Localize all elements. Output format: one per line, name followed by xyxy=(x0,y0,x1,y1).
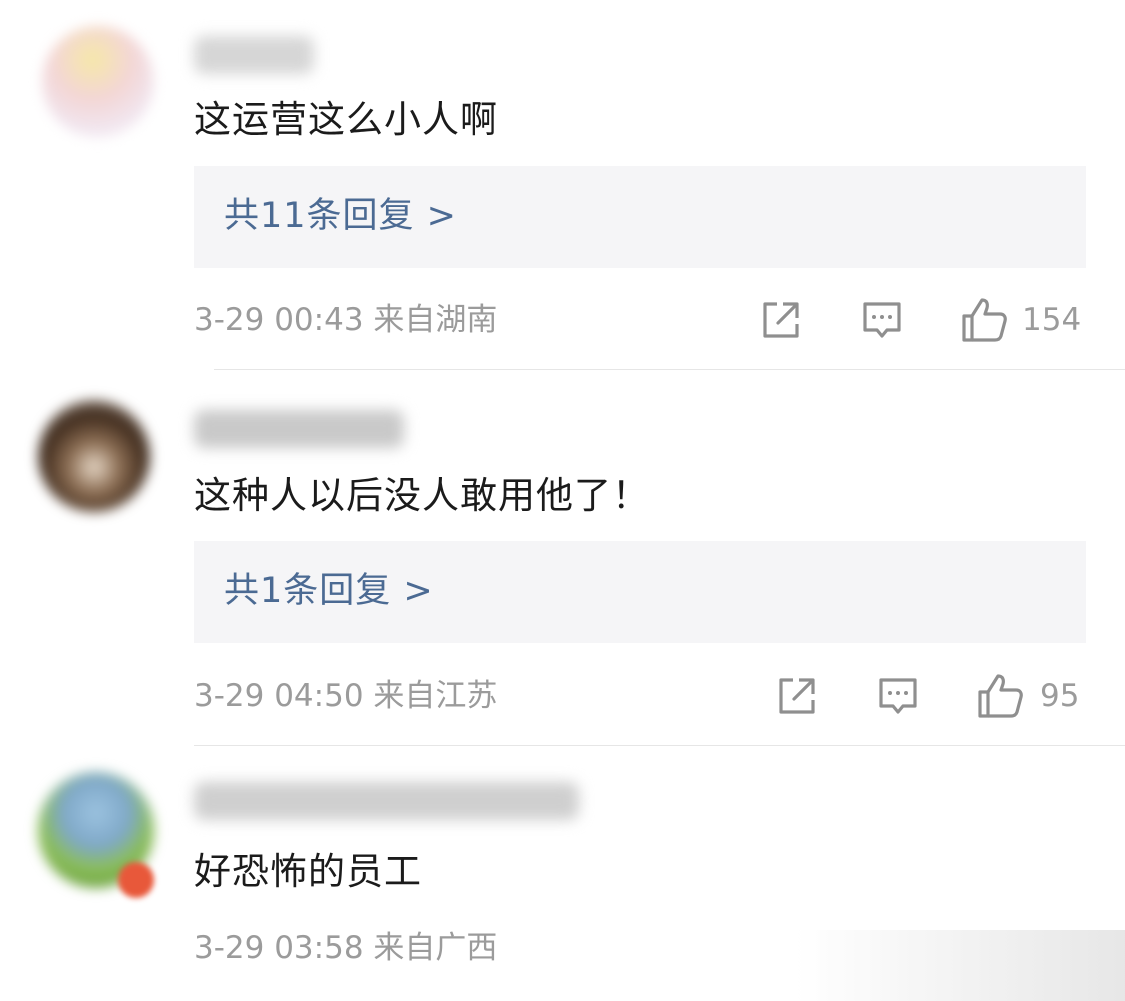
comment-text: 这运营这么小人啊 xyxy=(194,98,498,141)
reply-count-link[interactable]: 共11条回复 > xyxy=(224,192,457,240)
avatar[interactable] xyxy=(42,26,154,138)
comment-list: 这运营这么小人啊 共11条回复 > 3-29 00:43 来自湖南 154 这种… xyxy=(0,0,1125,1001)
reply-summary-box[interactable]: 共11条回复 > xyxy=(194,166,1086,268)
comment-text: 这种人以后没人敢用他了！ xyxy=(194,474,650,517)
username-blurred[interactable] xyxy=(194,410,404,448)
reply-count-link[interactable]: 共1条回复 > xyxy=(224,567,434,615)
comment-meta: 3-29 00:43 来自湖南 xyxy=(194,302,498,338)
verified-badge-icon xyxy=(118,862,154,898)
comment-meta: 3-29 04:50 来自江苏 xyxy=(194,678,498,714)
avatar[interactable] xyxy=(38,400,150,512)
reply-summary-box[interactable]: 共1条回复 > xyxy=(194,541,1086,643)
like-icon[interactable] xyxy=(960,296,1008,344)
comment-text: 好恐怖的员工 xyxy=(194,850,422,893)
comment-meta: 3-29 03:58 来自广西 xyxy=(194,930,498,966)
share-icon[interactable] xyxy=(775,674,819,718)
divider xyxy=(214,369,1125,370)
like-icon[interactable] xyxy=(976,672,1024,720)
like-count: 154 xyxy=(1022,302,1082,338)
bottom-fade xyxy=(795,930,1125,1001)
username-blurred[interactable] xyxy=(194,36,314,74)
comment-icon[interactable] xyxy=(860,298,904,342)
share-icon[interactable] xyxy=(759,298,803,342)
username-blurred[interactable] xyxy=(194,782,579,820)
divider xyxy=(194,745,1125,746)
like-count: 95 xyxy=(1040,678,1080,714)
comment-icon[interactable] xyxy=(876,674,920,718)
